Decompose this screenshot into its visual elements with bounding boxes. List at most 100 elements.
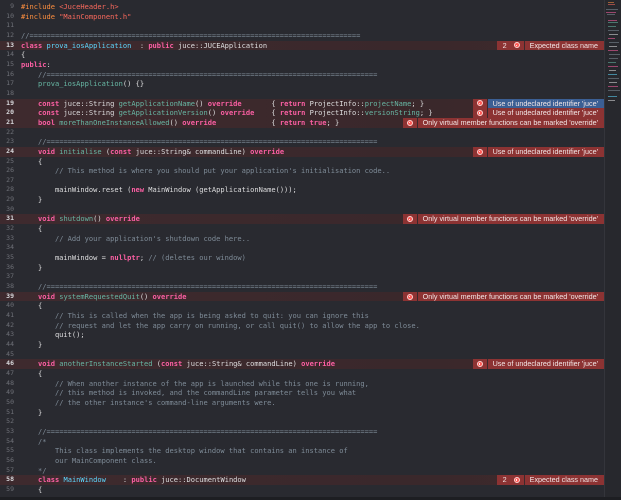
line-number[interactable]: 14 <box>0 50 14 60</box>
code-line[interactable]: 35 mainWindow = nullptr; // (deletes our… <box>0 253 604 263</box>
error-message[interactable]: Use of undeclared identifier 'juce' <box>487 98 604 109</box>
code-line[interactable]: 58 class MainWindow : public juce::Docum… <box>0 475 604 485</box>
line-number[interactable]: 37 <box>0 272 14 282</box>
code-line[interactable]: 46 void anotherInstanceStarted (const ju… <box>0 359 604 369</box>
line-number[interactable]: 38 <box>0 282 14 292</box>
code-line[interactable]: 56 our MainComponent class. <box>0 456 604 466</box>
line-number[interactable]: 28 <box>0 185 14 195</box>
line-number[interactable]: 58 <box>0 475 14 485</box>
line-number[interactable]: 10 <box>0 12 14 22</box>
code-line[interactable]: 59 { <box>0 485 604 495</box>
line-number[interactable]: 20 <box>0 108 14 118</box>
line-number[interactable]: 21 <box>0 118 14 128</box>
line-number[interactable]: 49 <box>0 388 14 398</box>
code-line[interactable]: 41 // This is called when the app is bei… <box>0 311 604 321</box>
code-line[interactable]: 19 const juce::String getApplicationName… <box>0 98 604 109</box>
error-message[interactable]: Use of undeclared identifier 'juce' <box>487 146 604 157</box>
code-line[interactable]: 13 class prova_iosApplication : public ju… <box>0 40 604 51</box>
code-line[interactable]: 57 */ <box>0 466 604 476</box>
line-number[interactable]: 45 <box>0 350 14 360</box>
code-line[interactable]: 17 prova_iosApplication() {} <box>0 79 604 89</box>
error-icon[interactable] <box>402 117 417 128</box>
line-number[interactable]: 44 <box>0 340 14 350</box>
error-icon[interactable] <box>509 475 524 485</box>
line-number[interactable]: 53 <box>0 427 14 437</box>
line-number[interactable]: 11 <box>0 21 14 31</box>
line-number[interactable]: 17 <box>0 79 14 89</box>
code-line[interactable]: 33 // Add your application's shutdown co… <box>0 234 604 244</box>
line-number[interactable]: 34 <box>0 243 14 253</box>
line-number[interactable]: 43 <box>0 330 14 340</box>
line-number[interactable]: 57 <box>0 466 14 476</box>
code-line[interactable]: 40 { <box>0 301 604 311</box>
code-line[interactable]: 9 #include <JuceHeader.h> <box>0 2 604 12</box>
line-number[interactable]: 33 <box>0 234 14 244</box>
line-number[interactable]: 25 <box>0 157 14 167</box>
code-line[interactable]: 14 { <box>0 50 604 60</box>
line-number[interactable]: 24 <box>0 147 14 157</box>
code-editor[interactable]: 9 #include <JuceHeader.h> 10 #include "Main… <box>0 2 604 494</box>
code-line[interactable]: 11 <box>0 21 604 31</box>
error-annotation[interactable]: Use of undeclared identifier 'juce' <box>472 98 604 109</box>
line-number[interactable]: 15 <box>0 60 14 70</box>
error-message[interactable]: Only virtual member functions can be mar… <box>417 214 604 225</box>
code-line[interactable]: 25 { <box>0 157 604 167</box>
line-number[interactable]: 27 <box>0 176 14 186</box>
code-line[interactable]: 48 // When another instance of the app i… <box>0 379 604 389</box>
minimap[interactable] <box>605 0 621 497</box>
line-number[interactable]: 39 <box>0 292 14 302</box>
error-icon[interactable] <box>402 291 417 302</box>
error-message[interactable]: Expected class name <box>524 475 604 485</box>
line-number[interactable]: 12 <box>0 31 14 41</box>
error-icon[interactable] <box>402 214 417 225</box>
line-number[interactable]: 47 <box>0 369 14 379</box>
code-line[interactable]: 42 // request and let the app carry on r… <box>0 321 604 331</box>
code-line[interactable]: 23 //===================================… <box>0 137 604 147</box>
code-line[interactable]: 54 /* <box>0 437 604 447</box>
error-icon[interactable] <box>472 359 487 369</box>
code-line[interactable]: 52 <box>0 417 604 427</box>
code-line[interactable]: 36 } <box>0 263 604 273</box>
line-number[interactable]: 40 <box>0 301 14 311</box>
code-line[interactable]: 21 bool moreThanOneInstanceAllowed() ove… <box>0 117 604 128</box>
code-line[interactable]: 22 <box>0 128 604 138</box>
error-annotation[interactable]: Only virtual member functions can be mar… <box>402 214 604 225</box>
line-number[interactable]: 19 <box>0 99 14 109</box>
line-number[interactable]: 16 <box>0 70 14 80</box>
line-number[interactable]: 52 <box>0 417 14 427</box>
error-message[interactable]: Expected class name <box>524 40 604 51</box>
code-line[interactable]: 31 void shutdown() override Only virtual … <box>0 214 604 225</box>
line-number[interactable]: 30 <box>0 205 14 215</box>
line-number[interactable]: 41 <box>0 311 14 321</box>
line-number[interactable]: 26 <box>0 166 14 176</box>
code-line[interactable]: 38 //===================================… <box>0 282 604 292</box>
line-number[interactable]: 13 <box>0 41 14 51</box>
error-annotation[interactable]: 2 Expected class name <box>496 475 604 485</box>
error-icon[interactable] <box>509 40 524 51</box>
code-line[interactable]: 12 //====================================… <box>0 31 604 41</box>
line-number[interactable]: 46 <box>0 359 14 369</box>
line-number[interactable]: 18 <box>0 89 14 99</box>
code-line[interactable]: 51 } <box>0 408 604 418</box>
error-icon[interactable] <box>472 108 487 118</box>
error-annotation[interactable]: Only virtual member functions can be mar… <box>402 291 604 302</box>
line-number[interactable]: 29 <box>0 195 14 205</box>
line-number[interactable]: 56 <box>0 456 14 466</box>
error-annotation[interactable]: Only virtual member functions can be mar… <box>402 117 604 128</box>
code-line[interactable]: 20 const juce::String getApplicationVers… <box>0 108 604 118</box>
code-line[interactable]: 47 { <box>0 369 604 379</box>
code-line[interactable]: 24 void initialise (const juce::String& … <box>0 146 604 157</box>
line-number[interactable]: 23 <box>0 137 14 147</box>
code-line[interactable]: 45 <box>0 350 604 360</box>
line-number[interactable]: 22 <box>0 128 14 138</box>
code-line[interactable]: 27 <box>0 176 604 186</box>
error-message[interactable]: Use of undeclared identifier 'juce' <box>487 359 604 369</box>
code-line[interactable]: 55 This class implements the desktop win… <box>0 446 604 456</box>
code-line[interactable]: 28 mainWindow.reset (new MainWindow (get… <box>0 185 604 195</box>
code-line[interactable]: 34 <box>0 243 604 253</box>
code-line[interactable]: 50 // the other instance's command-line … <box>0 398 604 408</box>
line-number[interactable]: 55 <box>0 446 14 456</box>
code-line[interactable]: 43 quit(); <box>0 330 604 340</box>
line-number[interactable]: 35 <box>0 253 14 263</box>
error-annotation[interactable]: Use of undeclared identifier 'juce' <box>472 146 604 157</box>
